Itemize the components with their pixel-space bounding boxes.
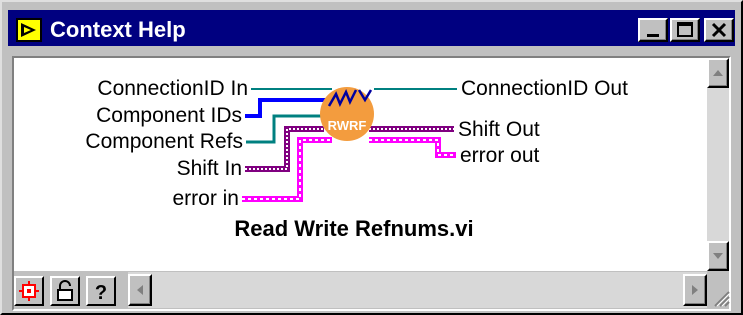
window-title: Context Help bbox=[50, 17, 186, 42]
scroll-left-button[interactable] bbox=[128, 274, 152, 306]
close-button[interactable] bbox=[704, 18, 734, 42]
arrow-down-icon bbox=[713, 253, 723, 259]
maximize-button[interactable] bbox=[670, 18, 700, 42]
arrow-up-icon bbox=[713, 70, 723, 76]
terminal-component-refs: Component Refs bbox=[85, 130, 243, 153]
help-icon-glyph: ? bbox=[95, 282, 107, 304]
resize-grip-icon bbox=[714, 291, 730, 307]
show-diagram-button[interactable] bbox=[14, 276, 44, 306]
horizontal-scrollbar[interactable] bbox=[128, 272, 707, 308]
diagram-icon bbox=[19, 281, 39, 301]
help-content: RWRF ConnectionID In Component IDs Compo… bbox=[14, 58, 707, 271]
terminal-connectionid-out: ConnectionID Out bbox=[461, 77, 628, 100]
vi-icon: RWRF bbox=[319, 80, 375, 148]
scroll-down-button[interactable] bbox=[707, 241, 729, 271]
terminal-component-ids: Component IDs bbox=[96, 104, 242, 127]
help-button[interactable]: ? bbox=[86, 276, 116, 306]
vi-icon-text: RWRF bbox=[327, 118, 367, 133]
lock-button[interactable] bbox=[50, 276, 80, 306]
lock-icon bbox=[57, 280, 73, 301]
terminal-connectionid-in: ConnectionID In bbox=[97, 77, 248, 100]
terminal-shift-in: Shift In bbox=[176, 157, 242, 180]
vi-name: Read Write Refnums.vi bbox=[234, 216, 474, 241]
arrow-left-icon bbox=[137, 285, 143, 295]
arrow-right-icon bbox=[692, 285, 698, 295]
minimize-button[interactable] bbox=[638, 18, 668, 42]
vertical-scrollbar[interactable] bbox=[707, 58, 729, 271]
labview-app-icon bbox=[16, 18, 42, 42]
scroll-up-button[interactable] bbox=[707, 58, 729, 88]
resize-grip[interactable] bbox=[707, 272, 731, 308]
close-icon bbox=[711, 22, 727, 38]
minimize-icon bbox=[647, 34, 659, 37]
terminal-shift-out: Shift Out bbox=[458, 118, 540, 141]
terminal-error-out: error out bbox=[460, 144, 540, 167]
scroll-right-button[interactable] bbox=[683, 274, 707, 306]
terminal-error-in: error in bbox=[172, 187, 239, 210]
maximize-icon bbox=[677, 22, 693, 37]
help-icon: ? bbox=[95, 282, 107, 304]
